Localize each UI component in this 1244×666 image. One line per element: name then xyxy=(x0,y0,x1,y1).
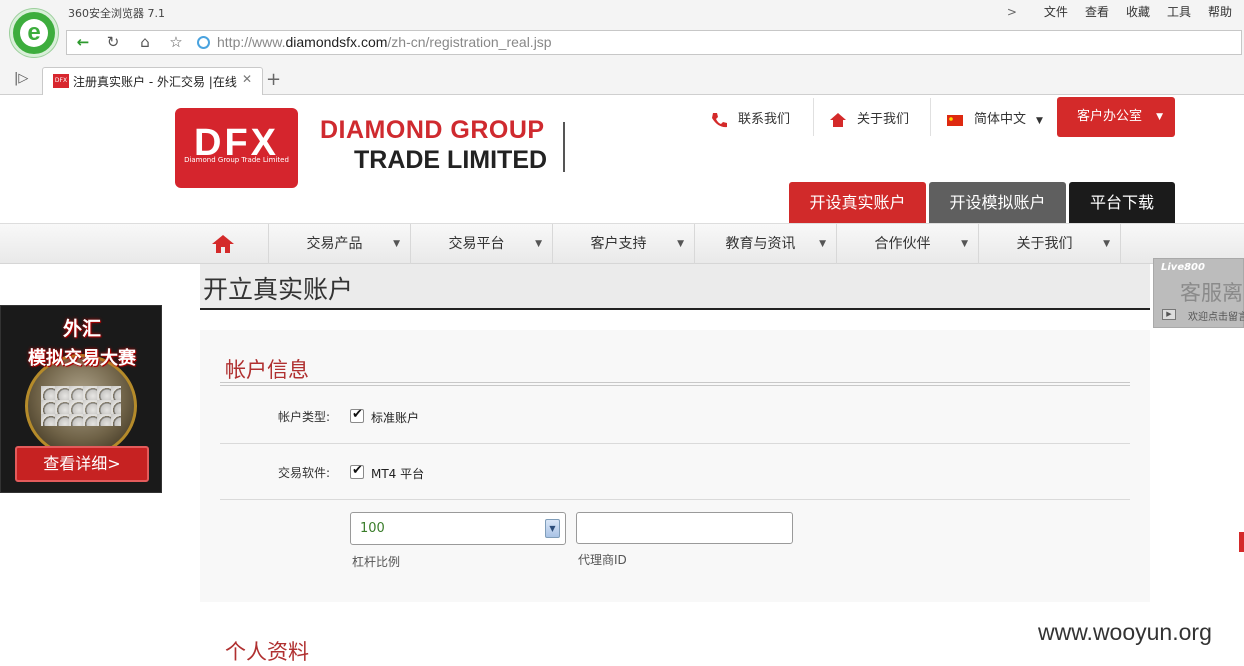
agent-id-label: 代理商ID xyxy=(578,553,627,567)
home-icon[interactable]: ⌂ xyxy=(131,31,159,54)
menu-help[interactable]: 帮助 xyxy=(1208,3,1232,20)
chevron-right-icon[interactable]: > xyxy=(1007,5,1017,19)
tab-favicon-icon: DFX xyxy=(53,74,69,88)
home-icon xyxy=(212,235,234,253)
side-tab[interactable] xyxy=(1239,532,1244,552)
tab-bar: |▷ DFX 注册真实账户 - 外汇交易 |在线 ✕ + xyxy=(0,67,1244,95)
browser-chrome: e 360安全浏览器 7.1 > 文件 查看 收藏 工具 帮助 ← ↻ ⌂ ☆ … xyxy=(0,0,1244,95)
leverage-label: 杠杆比例 xyxy=(352,555,401,569)
browser-logo-icon[interactable]: e xyxy=(10,9,58,57)
browser-menu: > 文件 查看 收藏 工具 帮助 xyxy=(1007,3,1232,20)
nav-home[interactable] xyxy=(176,224,269,264)
main-nav: 交易产品 ▼ 交易平台 ▼ 客户支持 ▼ 教育与资讯 ▼ 合作伙伴 ▼ 关于我们 ▼ xyxy=(0,223,1244,264)
nav-about-us[interactable]: 关于我们 ▼ xyxy=(979,224,1121,264)
caret-down-icon: ▼ xyxy=(393,239,400,249)
open-real-account-button[interactable]: 开设真实账户 xyxy=(789,182,926,223)
caret-down-icon: ▼ xyxy=(677,239,684,249)
page-title: 开立真实账户 xyxy=(203,275,354,304)
caret-down-icon: ▼ xyxy=(535,239,542,249)
star-icon[interactable]: ☆ xyxy=(162,31,190,54)
caret-down-icon: ▼ xyxy=(819,239,826,249)
browser-title: 360安全浏览器 7.1 xyxy=(68,7,165,20)
trading-software-value: MT4 平台 xyxy=(371,467,425,481)
brand-line-1: DIAMOND GROUP xyxy=(320,116,545,144)
agent-id-input[interactable] xyxy=(576,512,793,544)
account-type-value: 标准账户 xyxy=(371,411,420,425)
china-flag-icon xyxy=(947,114,963,126)
menu-tools[interactable]: 工具 xyxy=(1167,3,1191,20)
menu-view[interactable]: 查看 xyxy=(1085,3,1109,20)
phone-icon xyxy=(712,112,727,127)
back-arrow-icon[interactable]: ← xyxy=(69,31,97,54)
caret-down-icon: ▼ xyxy=(1103,239,1110,249)
caret-down-icon: ▼ xyxy=(1156,112,1163,122)
account-form: 帐户信息 帐户类型: 标准账户 交易软件: MT4 平台 100 ▼ 杠杆比例 … xyxy=(200,330,1150,602)
page-title-bar: 开立真实账户 xyxy=(200,264,1150,310)
nav-trading-products[interactable]: 交易产品 ▼ xyxy=(269,224,411,264)
nav-customer-support[interactable]: 客户支持 ▼ xyxy=(553,224,695,264)
address-bar[interactable]: ← ↻ ⌂ ☆ http://www.diamondsfx.com/zh-cn/… xyxy=(66,30,1242,55)
globe-icon xyxy=(197,36,210,49)
url-text[interactable]: http://www.diamondsfx.com/zh-cn/registra… xyxy=(217,34,552,50)
open-demo-account-button[interactable]: 开设模拟账户 xyxy=(929,182,1066,223)
watermark: www.wooyun.org xyxy=(1038,619,1212,645)
account-type-label: 帐户类型: xyxy=(278,410,331,424)
new-tab-plus-icon[interactable]: + xyxy=(266,69,281,90)
sidebar-toggle-icon[interactable]: |▷ xyxy=(14,71,28,86)
leverage-select[interactable]: 100 ▼ xyxy=(350,512,566,545)
section-title-account-info: 帐户信息 xyxy=(225,358,309,382)
tab-title: 注册真实账户 - 外汇交易 |在线 xyxy=(73,75,237,89)
chevron-down-icon[interactable]: ▼ xyxy=(545,519,560,538)
dfx-logo[interactable]: DFX Diamond Group Trade Limited xyxy=(175,108,298,188)
nav-education[interactable]: 教育与资讯 ▼ xyxy=(695,224,837,264)
browser-tab[interactable]: DFX 注册真实账户 - 外汇交易 |在线 ✕ xyxy=(42,67,263,95)
close-tab-icon[interactable]: ✕ xyxy=(242,72,252,86)
client-office-button[interactable]: 客户办公室 ▼ xyxy=(1057,97,1175,137)
refresh-icon[interactable]: ↻ xyxy=(99,31,127,54)
live-chat-widget[interactable]: Live800 客服离线 ▶ 欢迎点击留言 xyxy=(1153,258,1244,328)
view-details-button[interactable]: 查看详细> xyxy=(15,446,149,482)
nav-partners[interactable]: 合作伙伴 ▼ xyxy=(837,224,979,264)
menu-file[interactable]: 文件 xyxy=(1044,3,1068,20)
trading-software-label: 交易软件: xyxy=(278,466,331,480)
language-select[interactable]: 简体中文 ▼ xyxy=(946,108,1043,130)
contest-promo-banner[interactable]: 外汇 模拟交易大赛 查看详细> xyxy=(0,305,162,493)
menu-favorites[interactable]: 收藏 xyxy=(1126,3,1150,20)
brand-line-2: TRADE LIMITED xyxy=(354,146,548,174)
home-icon xyxy=(830,112,846,127)
trading-software-checkbox[interactable] xyxy=(350,463,364,479)
nav-trading-platform[interactable]: 交易平台 ▼ xyxy=(411,224,553,264)
caret-down-icon: ▼ xyxy=(961,239,968,249)
play-icon: ▶ xyxy=(1162,309,1176,320)
platform-download-button[interactable]: 平台下载 xyxy=(1069,182,1175,223)
account-type-checkbox[interactable] xyxy=(350,407,364,423)
caret-down-icon: ▼ xyxy=(1036,116,1043,126)
brand-divider xyxy=(563,122,565,172)
about-us-link[interactable]: 关于我们 xyxy=(829,108,909,130)
contact-us-link[interactable]: 联系我们 xyxy=(710,108,790,130)
